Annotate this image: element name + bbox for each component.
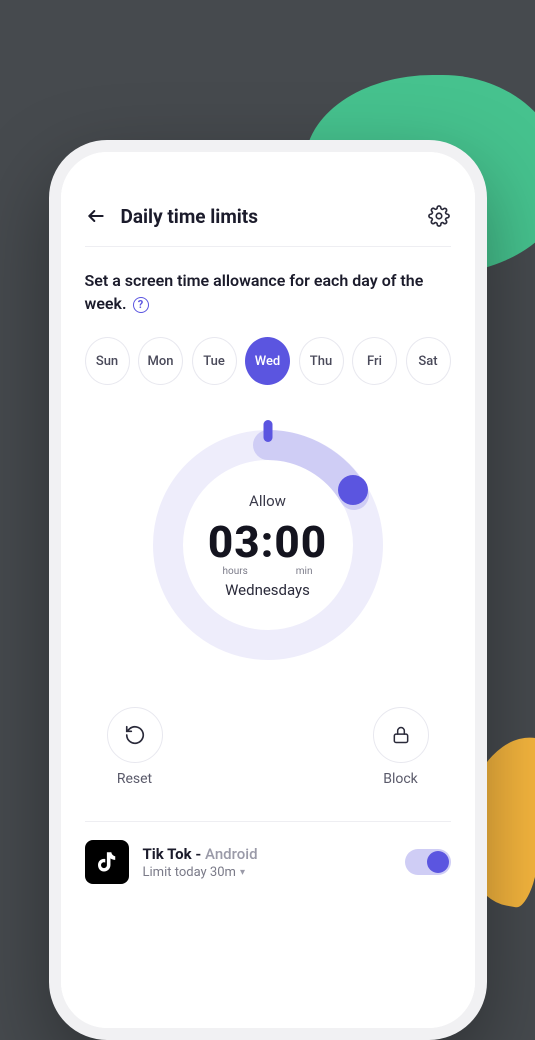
toggle-knob	[427, 851, 449, 873]
reset-icon	[124, 724, 146, 746]
app-limit-row[interactable]: Limit today 30m ▾	[143, 865, 391, 880]
lock-icon	[391, 725, 411, 745]
time-value: 03:00	[208, 516, 327, 568]
settings-button[interactable]	[427, 204, 451, 228]
actions-row: Reset Block	[85, 707, 451, 787]
app-title-line: Tik Tok - Android	[143, 844, 391, 863]
reset-circle	[107, 707, 163, 763]
chevron-down-icon: ▾	[240, 867, 245, 878]
screen: Daily time limits Set a screen time allo…	[61, 152, 475, 1028]
description: Set a screen time allowance for each day…	[85, 269, 451, 315]
app-toggle[interactable]	[405, 849, 451, 875]
phone-frame: Daily time limits Set a screen time allo…	[49, 140, 487, 1040]
day-selector: Sun Mon Tue Wed Thu Fri Sat	[85, 337, 451, 385]
reset-button[interactable]: Reset	[107, 707, 163, 787]
day-mon[interactable]: Mon	[138, 337, 183, 385]
block-button[interactable]: Block	[373, 707, 429, 787]
app-separator: -	[192, 845, 205, 863]
app-text: Tik Tok - Android Limit today 30m ▾	[143, 844, 391, 880]
selected-day-name: Wednesdays	[225, 581, 310, 599]
reset-label: Reset	[117, 771, 152, 787]
time-value-row: 03:00	[208, 516, 327, 568]
app-platform: Android	[205, 845, 258, 863]
time-dial-container: Allow 03:00 hours min Wednesdays	[85, 425, 451, 665]
dial-center: Allow 03:00 hours min Wednesdays	[148, 425, 388, 665]
page-title: Daily time limits	[121, 205, 413, 228]
block-circle	[373, 707, 429, 763]
time-units: hours min	[222, 566, 312, 577]
day-wed[interactable]: Wed	[245, 337, 290, 385]
gear-icon	[428, 205, 450, 227]
help-button[interactable]: ?	[133, 297, 149, 313]
day-tue[interactable]: Tue	[192, 337, 237, 385]
day-sun[interactable]: Sun	[85, 337, 130, 385]
allow-label: Allow	[249, 492, 286, 510]
hours-unit: hours	[222, 566, 247, 577]
app-name: Tik Tok	[143, 845, 192, 863]
tiktok-icon	[85, 840, 129, 884]
min-unit: min	[296, 566, 313, 577]
back-button[interactable]	[85, 205, 107, 227]
day-sat[interactable]: Sat	[406, 337, 451, 385]
app-row-tiktok[interactable]: Tik Tok - Android Limit today 30m ▾	[85, 840, 451, 884]
app-limit-text: Limit today 30m	[143, 865, 236, 880]
apps-list: Tik Tok - Android Limit today 30m ▾	[85, 821, 451, 884]
day-fri[interactable]: Fri	[352, 337, 397, 385]
header: Daily time limits	[85, 204, 451, 247]
time-dial[interactable]: Allow 03:00 hours min Wednesdays	[148, 425, 388, 665]
arrow-left-icon	[86, 206, 106, 226]
day-thu[interactable]: Thu	[299, 337, 344, 385]
block-label: Block	[383, 771, 418, 787]
